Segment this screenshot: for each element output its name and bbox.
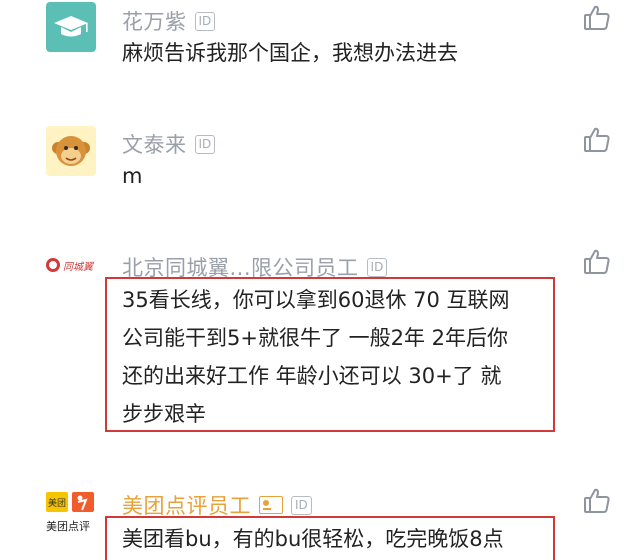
monkey-face-icon	[46, 136, 96, 176]
id-badge: ID	[194, 134, 216, 154]
thumbs-up-icon[interactable]	[582, 247, 612, 277]
avatar[interactable]: 美团 美团点评	[46, 490, 96, 540]
id-card-icon	[259, 496, 283, 514]
meituan-logo: 美团	[46, 492, 68, 512]
dianping-logo-icon	[72, 492, 94, 512]
graduation-cap-icon	[46, 16, 96, 52]
avatar[interactable]	[46, 2, 96, 52]
comment-text-line: 公司能干到5+就很牛了 一般2年 2年后你	[122, 326, 509, 350]
avatar-logo-text: 同城翼	[63, 261, 93, 273]
id-badge: ID	[291, 495, 312, 515]
comment-text-line: 35看长线，你可以拿到60退休 70 互联网	[122, 288, 510, 312]
id-badge: ID	[194, 11, 216, 31]
comment-text-line: 还的出来好工作 年龄小还可以 30+了 就	[122, 364, 502, 388]
comment-text: m	[122, 164, 143, 188]
username[interactable]: 文泰来	[122, 129, 187, 159]
thumbs-up-icon[interactable]	[582, 125, 612, 155]
avatar-caption: 美团点评	[46, 520, 90, 533]
avatar[interactable]: 同城翼	[46, 250, 96, 280]
comment-text: 麻烦告诉我那个国企，我想办法进去	[122, 41, 458, 65]
id-badge: ID	[366, 257, 388, 277]
thumbs-up-icon[interactable]	[582, 3, 612, 33]
company-logo-icon	[46, 258, 60, 272]
username[interactable]: 花万紫	[122, 6, 187, 36]
thumbs-up-icon[interactable]	[582, 486, 612, 516]
avatar[interactable]	[46, 126, 96, 176]
comment-text-line: 步步艰辛	[122, 402, 206, 426]
logo-text: 美团	[47, 498, 66, 509]
comment-text: 美团看bu，有的bu很轻松，吃完晚饭8点	[122, 527, 504, 551]
